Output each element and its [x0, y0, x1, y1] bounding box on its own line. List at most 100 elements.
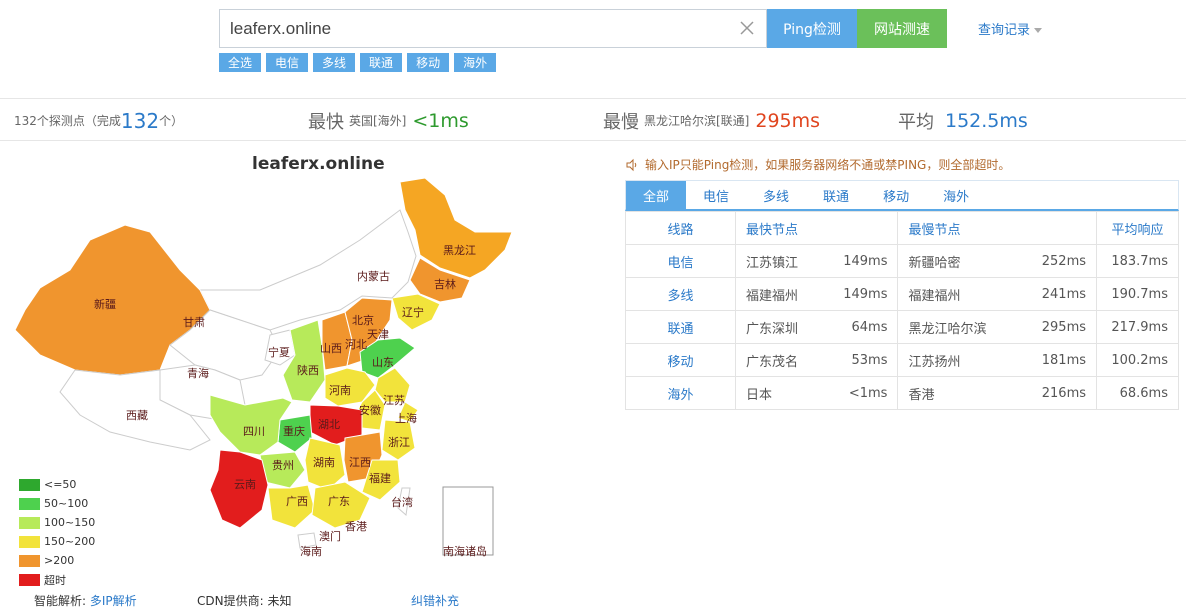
row-line[interactable]: 多线: [625, 277, 736, 311]
dns-label: 智能解析:: [34, 594, 87, 608]
legend-item: >200: [19, 551, 95, 570]
row-avg: 183.7ms: [1096, 244, 1179, 278]
label-hainan: 海南: [300, 544, 322, 558]
label-taiwan: 台湾: [391, 495, 413, 509]
correction-link[interactable]: 纠错补充: [411, 592, 459, 609]
label-tianjin: 天津: [367, 328, 389, 341]
filter-overseas[interactable]: 海外: [454, 53, 497, 72]
row-line[interactable]: 电信: [625, 244, 736, 278]
label-shanxi: 山西: [320, 342, 342, 355]
label-hunan: 湖南: [313, 456, 335, 469]
row-line[interactable]: 移动: [625, 343, 736, 377]
table-row: 电信 江苏镇江 149ms 新疆哈密 252ms 183.7ms: [625, 244, 1179, 278]
row-line[interactable]: 海外: [625, 376, 736, 410]
row-fast-node: 江苏镇江: [735, 244, 823, 278]
fastest-label: 最快: [308, 111, 344, 133]
label-guangxi: 广西: [286, 495, 308, 508]
row-avg: 68.6ms: [1096, 376, 1179, 410]
row-line[interactable]: 联通: [625, 310, 736, 344]
notice: 输入IP只能Ping检测，如果服务器网络不通或禁PING，则全部超时。: [625, 156, 1010, 173]
probe-count-text: 132个探测点（完成: [14, 114, 121, 128]
row-fast-ms: 64ms: [822, 310, 899, 344]
row-fast-node: 广东深圳: [735, 310, 823, 344]
south-china-sea-inset: [442, 486, 494, 556]
label-zhejiang: 浙江: [388, 436, 410, 449]
label-shanghai: 上海: [395, 411, 417, 425]
legend-label: 100~150: [44, 516, 96, 529]
province-sichuan[interactable]: [209, 394, 293, 456]
legend-swatch: [19, 573, 40, 586]
query-history-dropdown[interactable]: 查询记录: [978, 19, 1043, 38]
tab-telecom[interactable]: 电信: [686, 181, 746, 210]
row-fast-ms: <1ms: [822, 376, 899, 410]
notice-text: 输入IP只能Ping检测，如果服务器网络不通或禁PING，则全部超时。: [645, 158, 1011, 172]
close-icon[interactable]: [738, 18, 756, 38]
label-shaanxi: 陕西: [297, 363, 319, 377]
page-root: Ping检测 网站测速 查询记录 全选 电信 多线 联通 移动 海外 132个探…: [0, 0, 1186, 614]
probe-count: 132个探测点（完成 132 个）: [14, 99, 183, 142]
row-slow-ms: 241ms: [1020, 277, 1097, 311]
row-fast-node: 广东茂名: [735, 343, 823, 377]
row-fast-ms: 149ms: [822, 277, 899, 311]
summary-bar: 132个探测点（完成 132 个） 最快 英国[海外] <1ms 最慢 黑龙江哈…: [0, 98, 1186, 141]
label-xinjiang: 新疆: [94, 297, 116, 311]
dns-info: 智能解析: 多IP解析: [34, 592, 137, 609]
row-slow-ms: 295ms: [1020, 310, 1097, 344]
ping-check-button[interactable]: Ping检测: [767, 9, 857, 48]
legend-label: <=50: [44, 478, 77, 491]
label-qinghai: 青海: [187, 366, 209, 380]
legend-item: 150~200: [19, 532, 95, 551]
fastest-node: 英国[海外]: [349, 114, 407, 128]
filter-unicom[interactable]: 联通: [360, 53, 403, 72]
tab-overseas[interactable]: 海外: [926, 181, 986, 210]
legend-label: >200: [44, 554, 75, 567]
query-history-label: 查询记录: [978, 23, 1031, 38]
label-beijing: 北京: [352, 313, 374, 327]
filter-all[interactable]: 全选: [219, 53, 262, 72]
row-avg: 217.9ms: [1096, 310, 1179, 344]
search-input[interactable]: [220, 10, 740, 47]
label-henan: 河南: [329, 384, 351, 397]
label-inner-mongolia: 内蒙古: [357, 269, 390, 283]
row-slow-node: 福建福州: [897, 277, 1021, 311]
filter-telecom[interactable]: 电信: [266, 53, 309, 72]
label-hongkong: 香港: [345, 520, 367, 533]
tab-unicom[interactable]: 联通: [806, 181, 866, 210]
legend-swatch: [19, 554, 40, 567]
slowest-value: 295ms: [755, 109, 821, 132]
row-avg: 190.7ms: [1096, 277, 1179, 311]
average-label: 平均: [898, 111, 934, 133]
row-slow-ms: 181ms: [1020, 343, 1097, 377]
average-value: 152.5ms: [945, 109, 1028, 132]
label-hubei: 湖北: [318, 418, 340, 431]
probe-done-count: 132: [120, 108, 160, 133]
filter-multiline[interactable]: 多线: [313, 53, 356, 72]
probe-count-unit: 个）: [159, 114, 184, 128]
row-slow-ms: 252ms: [1020, 244, 1097, 278]
average-summary: 平均 152.5ms: [898, 99, 1028, 142]
row-slow-node: 香港: [897, 376, 1021, 410]
province-heilongjiang[interactable]: [399, 177, 513, 279]
tab-all[interactable]: 全部: [626, 181, 687, 210]
slowest-label: 最慢: [603, 111, 639, 133]
legend-label: 超时: [44, 573, 66, 587]
tab-multiline[interactable]: 多线: [746, 181, 806, 210]
label-yunnan: 云南: [234, 478, 256, 491]
row-slow-node: 新疆哈密: [897, 244, 1021, 278]
legend-item: 超时: [19, 570, 95, 589]
site-speed-button[interactable]: 网站测速: [857, 9, 947, 48]
legend-item: 50~100: [19, 494, 95, 513]
label-jiangsu: 江苏: [383, 394, 405, 407]
table-row: 移动 广东茂名 53ms 江苏扬州 181ms 100.2ms: [625, 343, 1179, 377]
label-liaoning: 辽宁: [402, 305, 424, 319]
filter-mobile[interactable]: 移动: [407, 53, 450, 72]
row-slow-ms: 216ms: [1020, 376, 1097, 410]
header-slowest: 最慢节点: [897, 211, 1097, 245]
tab-mobile[interactable]: 移动: [866, 181, 926, 210]
multi-ip-link[interactable]: 多IP解析: [90, 594, 137, 608]
label-south-china-sea: 南海诸岛: [443, 544, 487, 558]
fastest-summary: 最快 英国[海外] <1ms: [308, 99, 469, 142]
slowest-summary: 最慢 黑龙江哈尔滨[联通] 295ms: [603, 99, 820, 142]
legend-swatch: [19, 535, 40, 548]
results-table: 线路 最快节点 最慢节点 平均响应 电信 江苏镇江 149ms 新疆哈密 252…: [625, 211, 1179, 410]
